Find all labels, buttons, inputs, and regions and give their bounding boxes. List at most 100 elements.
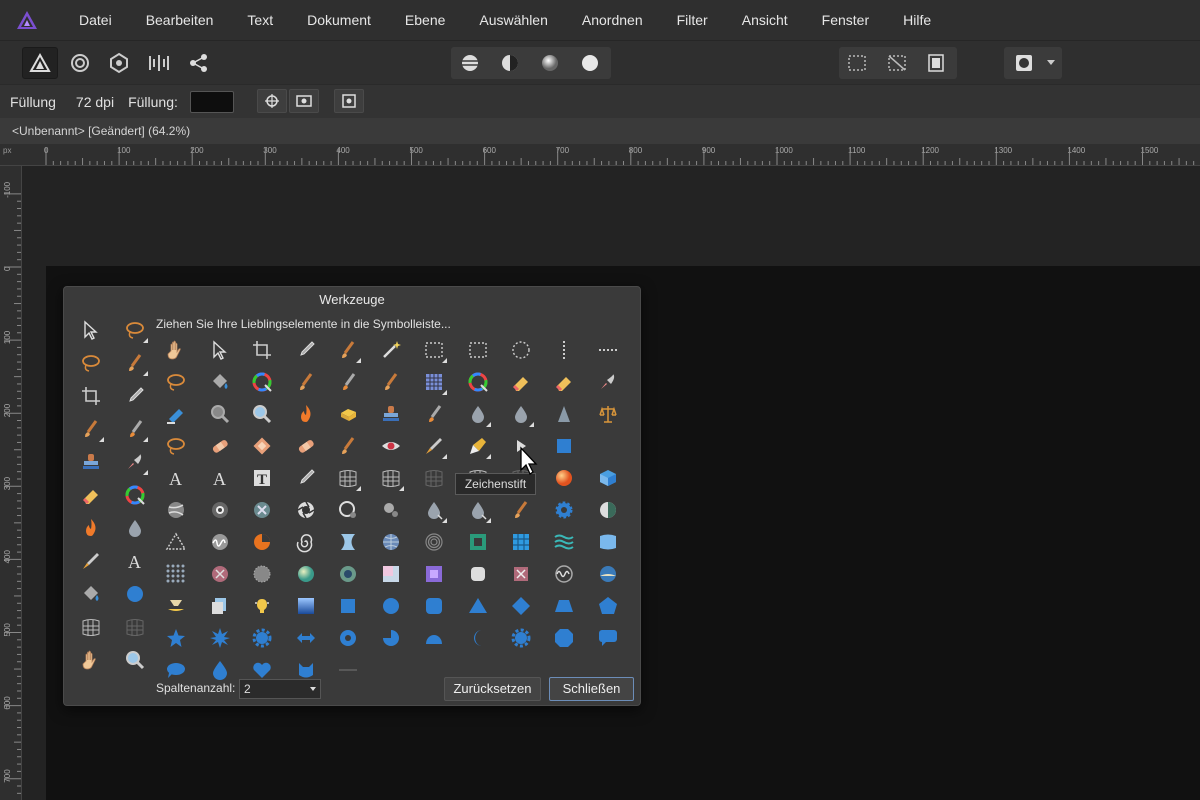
pages-icon[interactable]	[207, 593, 233, 619]
fill-icon[interactable]	[207, 369, 233, 395]
ring-icon[interactable]	[335, 497, 361, 523]
bandage-icon[interactable]	[207, 433, 233, 459]
transform-origin-icon[interactable]	[334, 89, 364, 113]
halfsphere-icon[interactable]	[595, 497, 621, 523]
lasso-icon[interactable]	[163, 369, 189, 395]
menu-bearbeiten[interactable]: Bearbeiten	[129, 0, 231, 40]
pie-icon[interactable]	[249, 529, 275, 555]
menu-ansicht[interactable]: Ansicht	[725, 0, 805, 40]
colorwheel-icon[interactable]	[465, 369, 491, 395]
stamp-icon[interactable]	[78, 449, 104, 475]
mask-dropdown-chevron-icon[interactable]	[1047, 60, 1055, 65]
colorwheel-icon[interactable]	[122, 482, 148, 508]
burst-icon[interactable]	[207, 625, 233, 651]
eyedrop-icon[interactable]	[293, 465, 319, 491]
pen-icon[interactable]	[421, 433, 447, 459]
bluegrid-icon[interactable]	[508, 529, 534, 555]
sync-persona-icon[interactable]	[141, 47, 177, 79]
pastel-icon[interactable]	[378, 561, 404, 587]
dome-icon[interactable]	[421, 625, 447, 651]
gball-icon[interactable]	[163, 497, 189, 523]
contrast-icon[interactable]	[492, 47, 528, 79]
eraser-icon[interactable]	[78, 482, 104, 508]
meshdim-icon[interactable]	[122, 614, 148, 640]
textA-icon[interactable]: A	[207, 465, 233, 491]
eyedrop-icon[interactable]	[293, 337, 319, 363]
marqh-icon[interactable]	[595, 337, 621, 363]
aperture-icon[interactable]	[293, 497, 319, 523]
rocket-icon[interactable]	[122, 449, 148, 475]
cube-icon[interactable]	[595, 465, 621, 491]
dia-icon[interactable]	[508, 593, 534, 619]
grid-icon[interactable]	[918, 47, 954, 79]
affinity-logo-icon[interactable]	[16, 9, 38, 31]
mesh-icon[interactable]	[335, 465, 361, 491]
dblarrow-icon[interactable]	[293, 625, 319, 651]
meshdim-icon[interactable]	[421, 465, 447, 491]
vertical-ruler[interactable]: -100 0 100 200 300 400 500 600 700	[0, 166, 22, 800]
brushb-icon[interactable]	[335, 369, 361, 395]
menu-text[interactable]: Text	[230, 0, 290, 40]
marquee-icon[interactable]	[839, 47, 875, 79]
brush-icon[interactable]	[335, 337, 361, 363]
square-icon[interactable]	[551, 433, 577, 459]
cog-icon[interactable]	[249, 625, 275, 651]
pointer-icon[interactable]	[78, 317, 104, 343]
brush-icon[interactable]	[122, 350, 148, 376]
bulb-icon[interactable]	[249, 593, 275, 619]
pacman-icon[interactable]	[378, 625, 404, 651]
mesh-icon[interactable]	[78, 614, 104, 640]
eraser-icon[interactable]	[551, 369, 577, 395]
pixgrid-icon[interactable]	[421, 369, 447, 395]
tear-icon[interactable]	[207, 657, 233, 683]
zoom-icon[interactable]	[249, 401, 275, 427]
xbox-icon[interactable]	[508, 561, 534, 587]
gradient-sphere-icon[interactable]	[532, 47, 568, 79]
dpi-value[interactable]: 72 dpi	[76, 94, 114, 110]
flag-icon[interactable]	[595, 529, 621, 555]
crosshair-icon[interactable]	[257, 89, 287, 113]
octa-icon[interactable]	[551, 625, 577, 651]
triangle-icon[interactable]	[163, 529, 189, 555]
hand-icon[interactable]	[163, 337, 189, 363]
eraser-icon[interactable]	[508, 369, 534, 395]
scales-icon[interactable]	[595, 401, 621, 427]
drop-icon[interactable]	[465, 401, 491, 427]
smallball-icon[interactable]	[378, 497, 404, 523]
circle-icon[interactable]	[378, 593, 404, 619]
brush-icon[interactable]	[508, 497, 534, 523]
dialog-title[interactable]: Werkzeuge	[64, 287, 640, 313]
donut-icon[interactable]	[335, 625, 361, 651]
menu-hilfe[interactable]: Hilfe	[886, 0, 948, 40]
column-count-select[interactable]: 2	[239, 679, 321, 699]
mesh-icon[interactable]	[378, 465, 404, 491]
menu-auswaehlen[interactable]: Auswählen	[462, 0, 565, 40]
export-persona-icon[interactable]	[101, 47, 137, 79]
oval-icon[interactable]	[163, 657, 189, 683]
lasso-icon[interactable]	[163, 433, 189, 459]
zoom-icon[interactable]	[122, 647, 148, 673]
designer-persona-icon[interactable]	[22, 47, 58, 79]
gradient-icon[interactable]	[293, 593, 319, 619]
colorwheel-icon[interactable]	[249, 369, 275, 395]
dropb-icon[interactable]	[421, 497, 447, 523]
crop-icon[interactable]	[78, 383, 104, 409]
share-icon[interactable]	[181, 47, 217, 79]
zoomgray-icon[interactable]	[207, 401, 233, 427]
view-frame-icon[interactable]	[289, 89, 319, 113]
marq-icon[interactable]	[465, 337, 491, 363]
textA-icon[interactable]: A	[122, 548, 148, 574]
grayball-icon[interactable]	[249, 561, 275, 587]
bubble-icon[interactable]	[595, 625, 621, 651]
ball-icon[interactable]	[293, 561, 319, 587]
brush-icon[interactable]	[78, 416, 104, 442]
square-icon[interactable]	[335, 593, 361, 619]
brush-icon[interactable]	[293, 369, 319, 395]
flame-icon[interactable]	[78, 515, 104, 541]
rocket-icon[interactable]	[595, 369, 621, 395]
pointer-icon[interactable]	[207, 337, 233, 363]
star-icon[interactable]	[163, 625, 189, 651]
trap-icon[interactable]	[551, 593, 577, 619]
roundsq-icon[interactable]	[465, 561, 491, 587]
gear-icon[interactable]	[551, 497, 577, 523]
